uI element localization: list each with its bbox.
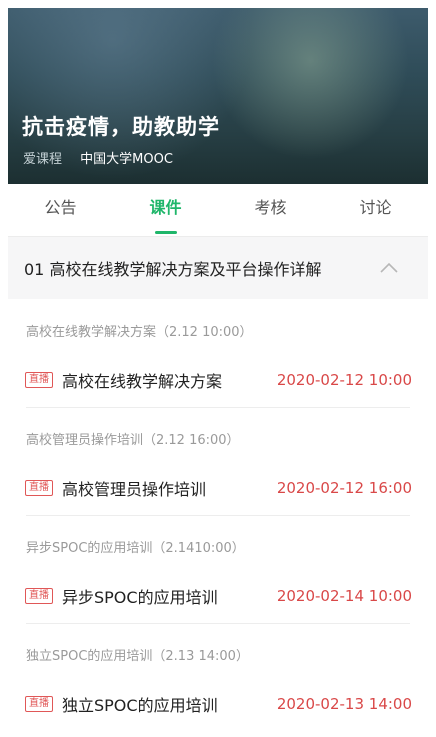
section-header: 高校管理员操作培训（2.12 16:00） xyxy=(26,433,240,448)
course-title: 抗击疫情，助教助学 xyxy=(22,115,220,139)
live-badge: 直播 xyxy=(25,372,53,388)
lesson-time: 2020-02-14 10:00 xyxy=(276,587,412,605)
chapter-title: 01 高校在线教学解决方案及平台操作详解 xyxy=(24,260,322,279)
lesson-title: 高校在线教学解决方案 xyxy=(62,372,223,391)
live-badge: 直播 xyxy=(25,696,53,712)
lesson-time: 2020-02-12 16:00 xyxy=(276,479,412,497)
course-provider: 爱课程 中国大学MOOC xyxy=(23,148,173,167)
provider-tag: 爱课程 xyxy=(23,152,63,167)
lesson-section: 独立SPOC的应用培训（2.13 14:00） 直播 独立SPOC的应用培训 2… xyxy=(8,624,428,732)
lesson-list: 高校在线教学解决方案（2.12 10:00） 直播 高校在线教学解决方案 202… xyxy=(8,300,428,732)
app-screen: 抗击疫情，助教助学 爱课程 中国大学MOOC 公告 课件 考核 讨论 01 高校… xyxy=(0,0,436,737)
live-badge: 直播 xyxy=(25,588,53,604)
lesson-title: 高校管理员操作培训 xyxy=(62,480,207,499)
course-banner: 抗击疫情，助教助学 爱课程 中国大学MOOC xyxy=(8,8,428,184)
lesson-title: 独立SPOC的应用培训 xyxy=(62,696,218,715)
tab-announcement[interactable]: 公告 xyxy=(8,184,113,236)
chapter-header[interactable]: 01 高校在线教学解决方案及平台操作详解 xyxy=(8,237,428,299)
lesson-item[interactable]: 直播 高校在线教学解决方案 2020-02-12 10:00 xyxy=(8,362,428,398)
lesson-time: 2020-02-13 14:00 xyxy=(276,695,412,713)
chevron-up-icon xyxy=(380,262,398,273)
lesson-title: 异步SPOC的应用培训 xyxy=(62,588,218,607)
lesson-section: 高校管理员操作培训（2.12 16:00） 直播 高校管理员操作培训 2020-… xyxy=(8,408,428,516)
lesson-item[interactable]: 直播 独立SPOC的应用培训 2020-02-13 14:00 xyxy=(8,686,428,722)
lesson-item[interactable]: 直播 异步SPOC的应用培训 2020-02-14 10:00 xyxy=(8,578,428,614)
live-badge: 直播 xyxy=(25,480,53,496)
lesson-section: 高校在线教学解决方案（2.12 10:00） 直播 高校在线教学解决方案 202… xyxy=(8,300,428,408)
tab-label: 讨论 xyxy=(359,198,392,217)
tab-underline xyxy=(154,231,177,234)
section-header: 独立SPOC的应用培训（2.13 14:00） xyxy=(26,649,249,664)
tab-courseware[interactable]: 课件 xyxy=(113,184,218,236)
section-header: 高校在线教学解决方案（2.12 10:00） xyxy=(26,325,253,340)
lesson-time: 2020-02-12 10:00 xyxy=(276,371,412,389)
provider-school: 中国大学MOOC xyxy=(80,152,173,167)
section-header: 异步SPOC的应用培训（2.1410:00） xyxy=(26,541,245,556)
tab-assessment[interactable]: 考核 xyxy=(218,184,323,236)
lesson-item[interactable]: 直播 高校管理员操作培训 2020-02-12 16:00 xyxy=(8,470,428,506)
tab-bar: 公告 课件 考核 讨论 xyxy=(8,184,428,237)
tab-label: 考核 xyxy=(254,198,287,217)
lesson-section: 异步SPOC的应用培训（2.1410:00） 直播 异步SPOC的应用培训 20… xyxy=(8,516,428,624)
tab-discussion[interactable]: 讨论 xyxy=(323,184,428,236)
tab-label: 课件 xyxy=(149,198,182,217)
tab-label: 公告 xyxy=(44,198,77,217)
